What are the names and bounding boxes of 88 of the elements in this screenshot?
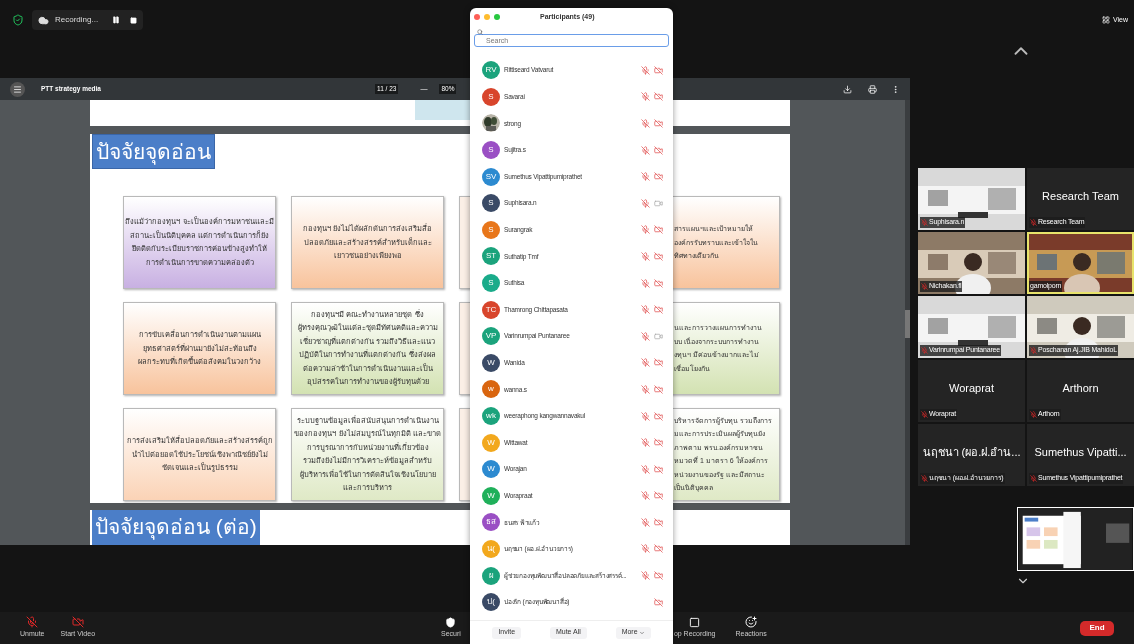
- mic-off-icon[interactable]: [641, 411, 650, 421]
- end-button[interactable]: End: [1080, 620, 1114, 636]
- mic-off-icon[interactable]: [641, 384, 650, 394]
- avatar: W: [482, 460, 500, 479]
- mic-off-icon[interactable]: [641, 119, 650, 128]
- mic-off-icon[interactable]: [641, 225, 650, 235]
- avatar: ป(: [482, 593, 500, 612]
- video-off-icon[interactable]: [654, 172, 663, 182]
- mic-off-icon[interactable]: [641, 517, 650, 527]
- video-off-icon[interactable]: [654, 145, 663, 155]
- menu-icon: [13, 84, 22, 94]
- video-off-icon[interactable]: [654, 411, 663, 421]
- avatar: W: [482, 353, 500, 372]
- mic-off-icon[interactable]: [641, 278, 650, 288]
- stop-icon[interactable]: [130, 16, 138, 24]
- mic-off-icon[interactable]: [641, 145, 650, 155]
- participant-name: Sumethus Vipatti...: [1034, 444, 1127, 460]
- mic-off-icon[interactable]: [641, 491, 650, 501]
- video-icon[interactable]: [654, 331, 663, 341]
- avatar: RV: [482, 61, 500, 80]
- video-off-icon[interactable]: [654, 384, 663, 394]
- avatar: S: [482, 87, 500, 106]
- participant-name: Woraprat: [948, 380, 994, 396]
- mic-off-icon[interactable]: [641, 172, 650, 182]
- avatar: VP: [482, 327, 500, 346]
- participant-name: นฤชนา (ผอ.ฝ.อำน...: [922, 444, 1021, 460]
- avatar: wk: [482, 407, 500, 425]
- recording-label: Recording...: [55, 14, 99, 26]
- video-off-icon[interactable]: [654, 438, 663, 448]
- more-icon[interactable]: [891, 84, 900, 94]
- download-icon[interactable]: [843, 84, 852, 94]
- avatar: S: [482, 141, 500, 160]
- mic-off-icon[interactable]: [641, 544, 650, 554]
- mic-off-icon[interactable]: [641, 305, 650, 315]
- slide-title: ปัจจัยจุดอ่อน: [92, 133, 215, 169]
- caret-icon: [638, 629, 645, 636]
- video-off-icon[interactable]: [654, 597, 663, 607]
- mic-off-icon[interactable]: [641, 571, 650, 581]
- video-off-icon[interactable]: [654, 65, 663, 75]
- mic-off-icon[interactable]: [641, 251, 650, 261]
- video-off-icon[interactable]: [654, 251, 663, 261]
- avatar: ผ: [482, 566, 500, 585]
- avatar: S: [482, 194, 500, 213]
- video-off-icon[interactable]: [654, 464, 663, 474]
- avatar: w: [482, 380, 500, 399]
- shield-icon: [445, 616, 457, 628]
- mic-off-icon[interactable]: [641, 358, 650, 368]
- stop-icon: [689, 616, 701, 628]
- mic-off-icon: [26, 616, 39, 629]
- avatar: ธส: [482, 513, 500, 532]
- mic-off-icon[interactable]: [641, 198, 650, 208]
- pause-icon[interactable]: [112, 16, 121, 24]
- avatar: TC: [482, 300, 500, 319]
- cloud-icon: [38, 14, 49, 26]
- avatar: SV: [482, 167, 500, 186]
- participant-name: Research Team: [1042, 188, 1119, 204]
- video-off-icon[interactable]: [654, 92, 663, 102]
- mic-off-icon[interactable]: [641, 464, 650, 474]
- grid-icon: [1101, 16, 1110, 24]
- slide-title: ปัจจัยจุดอ่อน (ต่อ): [92, 510, 260, 545]
- video-off-icon[interactable]: [654, 305, 663, 315]
- print-icon[interactable]: [868, 84, 877, 94]
- avatar: S: [482, 274, 500, 293]
- scrollbar[interactable]: [905, 100, 910, 545]
- avatar: W: [482, 486, 500, 505]
- video-icon[interactable]: [654, 198, 663, 208]
- video-off-icon[interactable]: [654, 491, 663, 501]
- avatar: ST: [482, 247, 500, 266]
- video-off-icon[interactable]: [654, 278, 663, 288]
- avatar: S: [482, 220, 500, 239]
- video-off-icon[interactable]: [654, 571, 663, 581]
- video-off-icon[interactable]: [654, 544, 663, 554]
- video-off-icon[interactable]: [654, 225, 663, 235]
- shield-icon[interactable]: [12, 14, 24, 26]
- mic-off-icon[interactable]: [641, 65, 650, 75]
- avatar: W: [482, 433, 500, 452]
- smile-icon: [745, 616, 758, 629]
- mic-off-icon[interactable]: [641, 331, 650, 341]
- mic-off-icon[interactable]: [641, 92, 650, 102]
- video-off-icon[interactable]: [654, 517, 663, 527]
- search-icon: [477, 29, 483, 35]
- mic-off-icon[interactable]: [641, 438, 650, 448]
- menu-button[interactable]: [10, 81, 25, 97]
- video-off-icon[interactable]: [654, 358, 663, 368]
- participant-name: Arthorn: [1062, 380, 1099, 396]
- avatar: น(: [482, 540, 500, 558]
- video-off-icon[interactable]: [654, 119, 663, 128]
- video-off-icon: [71, 616, 84, 629]
